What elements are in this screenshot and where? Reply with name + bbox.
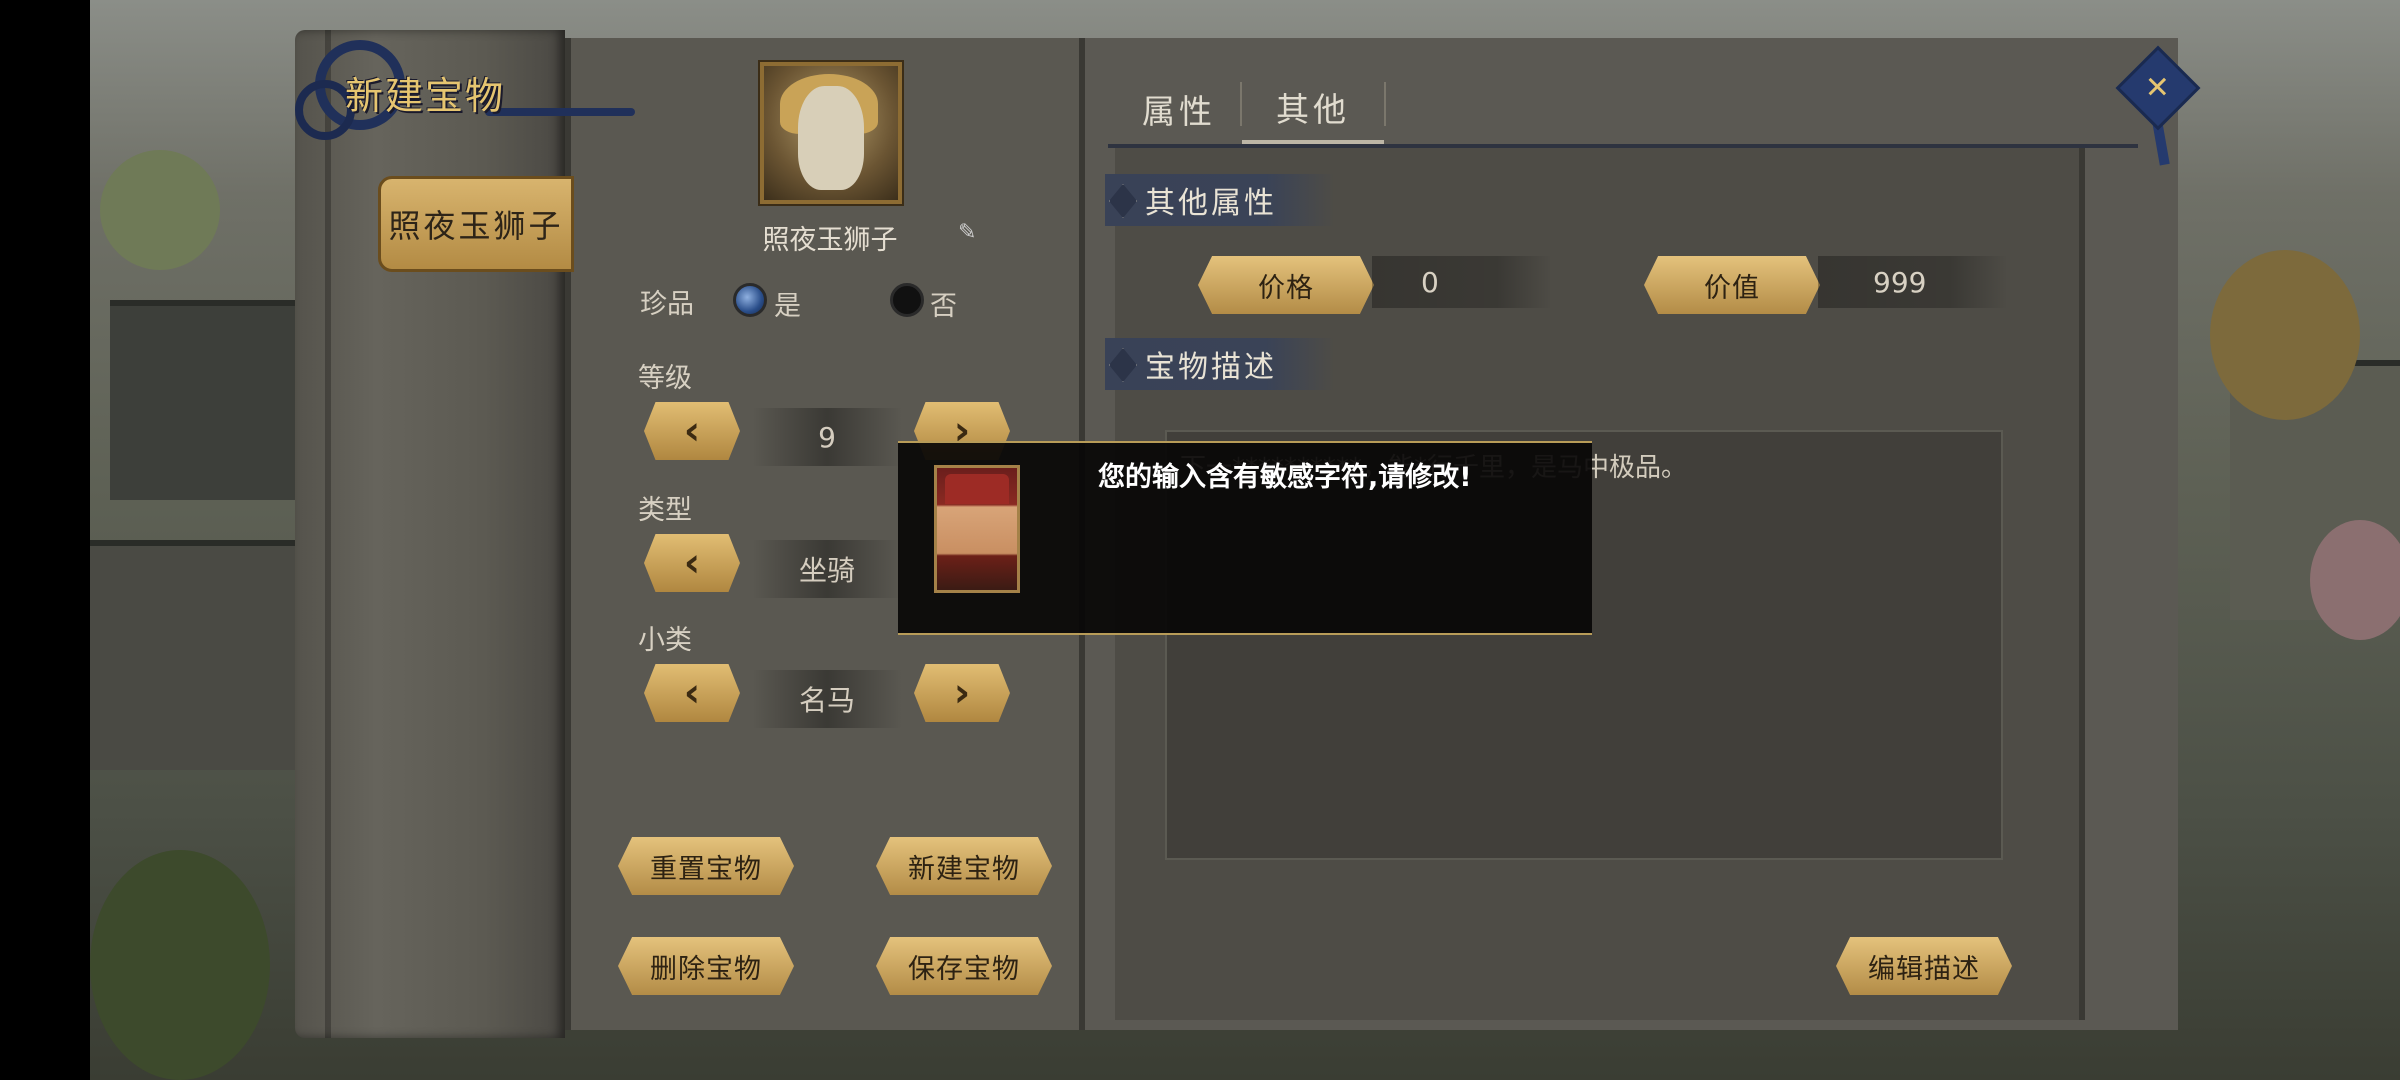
type-prev-button[interactable]: ‹ <box>644 534 740 592</box>
level-prev-button[interactable]: ‹ <box>644 402 740 460</box>
item-tab[interactable]: 照夜玉狮子 <box>378 176 574 272</box>
save-treasure-button[interactable]: 保存宝物 <box>876 937 1052 995</box>
item-name: 照夜玉狮子 <box>762 225 898 256</box>
radio-yes-label: 是 <box>774 291 801 322</box>
warning-dialog[interactable]: 您的输入含有敏感字符,请修改! <box>898 441 1592 635</box>
item-portrait[interactable] <box>760 62 902 204</box>
official-portrait-icon <box>934 465 1020 593</box>
worth-label: 价值 <box>1644 256 1820 314</box>
chevron-right-icon: › <box>953 670 971 716</box>
dialog-message: 您的输入含有敏感字符,请修改! <box>1098 462 1472 493</box>
rope-ornament <box>485 108 635 116</box>
chevron-left-icon: ‹ <box>683 540 701 586</box>
price-value: 0 <box>1421 266 1439 299</box>
delete-treasure-button[interactable]: 删除宝物 <box>618 937 794 995</box>
subtype-next-button[interactable]: › <box>914 664 1010 722</box>
reset-treasure-button[interactable]: 重置宝物 <box>618 837 794 895</box>
white-horse-portrait-icon <box>798 86 864 190</box>
close-icon: ✕ <box>2145 70 2171 106</box>
edit-description-button[interactable]: 编辑描述 <box>1836 937 2012 995</box>
treasure-description-header: 宝物描述 <box>1105 338 1335 390</box>
subtype-value: 名马 <box>752 670 902 728</box>
type-label: 类型 <box>638 495 692 526</box>
pencil-icon[interactable]: ✎ <box>958 222 988 244</box>
type-value: 坐骑 <box>752 540 902 598</box>
price-label: 价格 <box>1198 256 1374 314</box>
radio-no[interactable] <box>890 283 924 317</box>
price-field[interactable] <box>1372 256 1552 308</box>
window-title-emblem: 新建宝物 <box>285 20 635 150</box>
subtype-prev-button[interactable]: ‹ <box>644 664 740 722</box>
other-attributes-header: 其他属性 <box>1105 174 1335 226</box>
treasure-label: 珍品 <box>640 289 694 320</box>
tab-other[interactable]: 其他 <box>1242 74 1384 144</box>
screen-edge <box>0 0 90 1080</box>
chevron-left-icon: ‹ <box>683 670 701 716</box>
window-title: 新建宝物 <box>345 74 506 118</box>
subtype-label: 小类 <box>638 625 692 656</box>
worth-value: 999 <box>1873 266 1927 299</box>
official-hat <box>945 474 1009 504</box>
radio-no-label: 否 <box>930 291 957 322</box>
chevron-left-icon: ‹ <box>683 408 701 454</box>
create-treasure-button[interactable]: 新建宝物 <box>876 837 1052 895</box>
level-label: 等级 <box>638 363 692 394</box>
radio-yes[interactable] <box>733 283 767 317</box>
tab-divider <box>1384 82 1386 126</box>
tab-attributes[interactable]: 属性 <box>1108 74 1250 144</box>
level-value: 9 <box>752 408 902 466</box>
tab-bar: 属性 其他 <box>1108 74 2138 148</box>
